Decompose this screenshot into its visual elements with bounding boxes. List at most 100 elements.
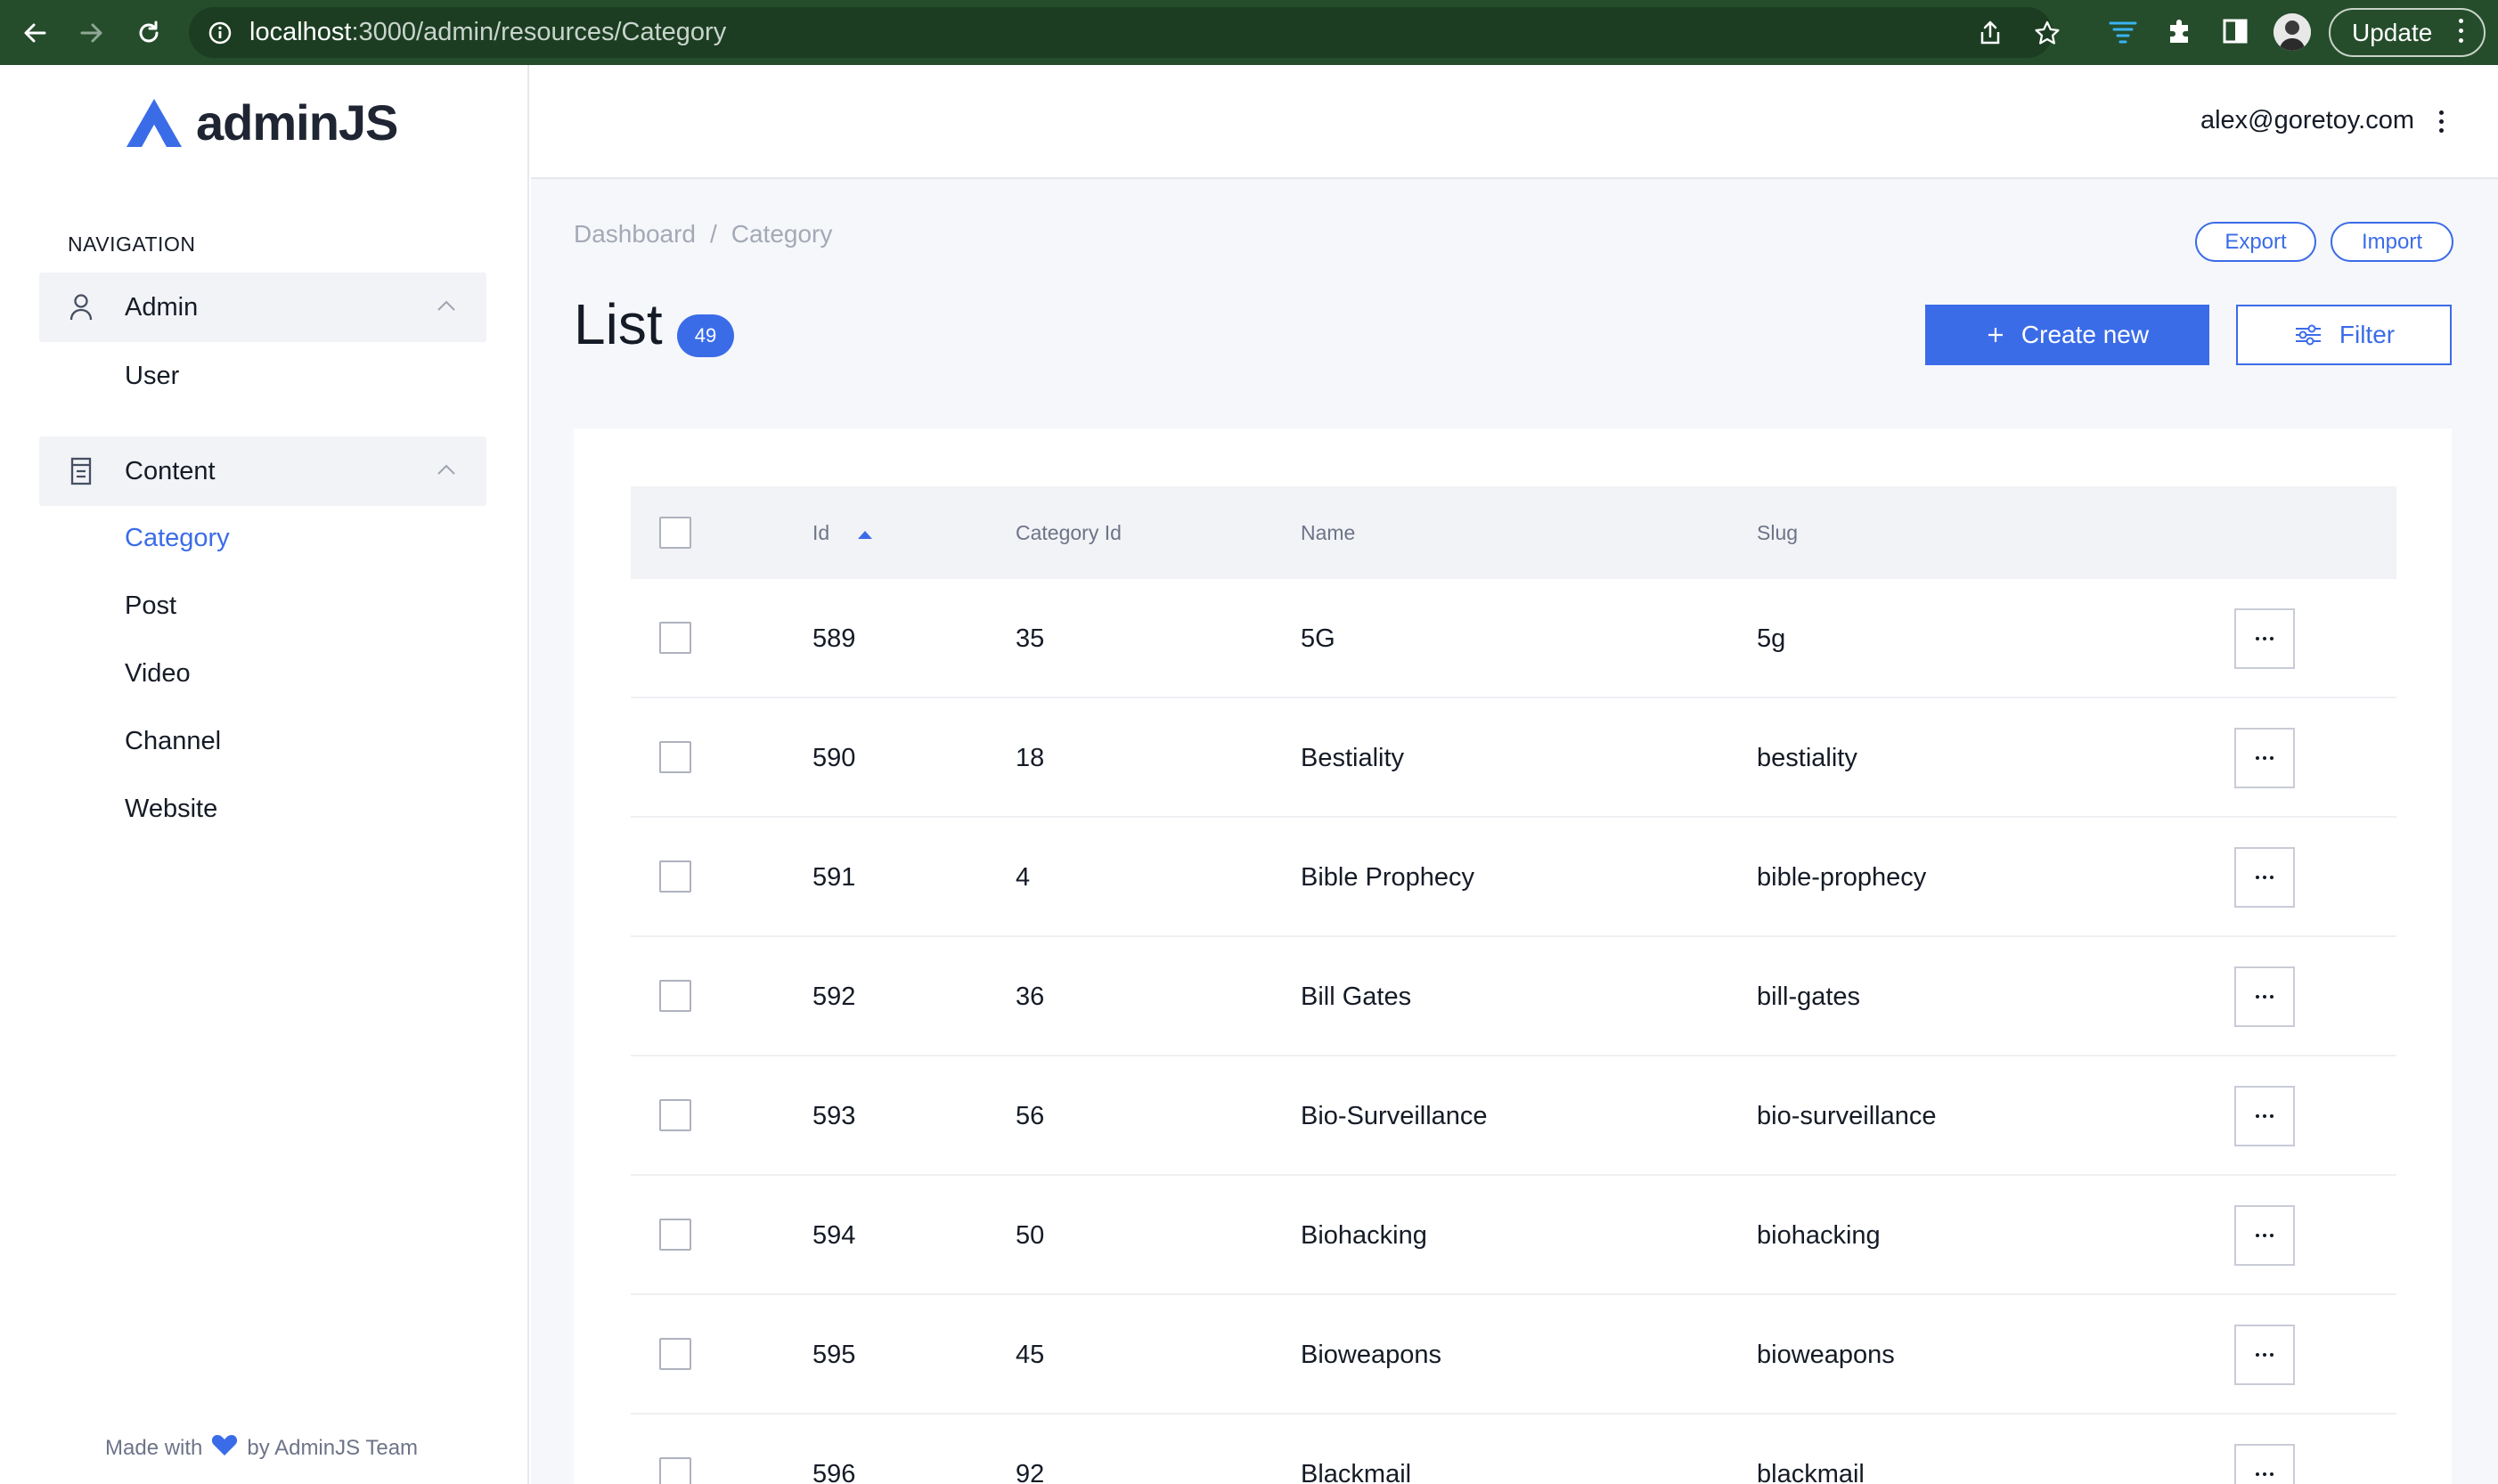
cell-name: Bill Gates [1301,983,1412,1011]
cell-category-id: 36 [1016,983,1045,1011]
sliders-icon [2295,324,2321,346]
cell-name: Bio-Surveillance [1301,1102,1488,1130]
browser-toolbar: localhost:3000/admin/resources/Category … [0,0,2498,65]
sidebar-group-content[interactable]: Content [39,436,486,506]
row-actions-button[interactable] [2234,728,2295,788]
cell-id: 589 [812,624,856,653]
row-checkbox[interactable] [659,622,691,654]
sidebar-item-website[interactable]: Website [125,795,217,824]
forward-icon[interactable] [75,16,109,50]
breadcrumb-current[interactable]: Category [731,220,833,248]
more-vert-icon [2459,19,2464,48]
table-row[interactable]: 593 56 Bio-Surveillance bio-surveillance [631,1056,2396,1176]
cell-category-id: 92 [1016,1460,1045,1484]
row-checkbox[interactable] [659,1099,691,1131]
row-actions-button[interactable] [2234,1444,2295,1484]
sidebar-item-category[interactable]: Category [125,524,230,553]
row-checkbox[interactable] [659,980,691,1012]
user-email[interactable]: alex@goretoy.com [2200,106,2414,135]
cell-category-id: 35 [1016,624,1045,653]
table-row[interactable]: 594 50 Biohacking biohacking [631,1176,2396,1295]
share-icon[interactable] [1978,20,2003,51]
row-actions-button[interactable] [2234,847,2295,908]
record-count-badge: 49 [677,314,734,357]
cell-slug: 5g [1757,624,1786,653]
select-all-checkbox[interactable] [659,517,691,549]
cell-id: 596 [812,1460,856,1484]
table-row[interactable]: 592 36 Bill Gates bill-gates [631,937,2396,1056]
column-header-id[interactable]: Id [812,486,873,579]
site-info-icon[interactable] [207,20,233,51]
cell-id: 592 [812,983,856,1011]
row-checkbox[interactable] [659,1338,691,1370]
bookmark-star-icon[interactable] [2033,20,2061,51]
adminjs-logo-icon [127,98,182,147]
cell-name: Bioweapons [1301,1341,1441,1369]
sidebar-item-channel[interactable]: Channel [125,727,221,756]
cell-category-id: 4 [1016,863,1031,892]
row-checkbox[interactable] [659,1457,691,1484]
table-row[interactable]: 595 45 Bioweapons bioweapons [631,1295,2396,1415]
row-actions-button[interactable] [2234,1205,2295,1266]
cell-slug: blackmail [1757,1460,1865,1484]
column-header-name[interactable]: Name [1301,486,1355,579]
plus-icon [1988,328,2003,342]
cell-category-id: 56 [1016,1102,1045,1130]
sidebar-group-label: Content [125,457,216,485]
row-checkbox[interactable] [659,1219,691,1251]
cell-slug: bestiality [1757,744,1857,772]
cell-id: 595 [812,1341,856,1369]
sidebar: adminJS NAVIGATION Admin User Content Ca… [0,65,529,1484]
sidebar-item-user[interactable]: User [125,362,179,391]
cell-name: 5G [1301,624,1335,653]
url-text: localhost:3000/admin/resources/Category [249,18,727,46]
row-actions-button[interactable] [2234,1086,2295,1146]
cell-name: Blackmail [1301,1460,1412,1484]
address-bar[interactable]: localhost:3000/admin/resources/Category [189,7,2060,58]
sort-ascending-icon [857,531,872,539]
document-icon [68,456,94,491]
cell-slug: bible-prophecy [1757,863,1927,892]
table-row[interactable]: 590 18 Bestiality bestiality [631,698,2396,818]
footer-credit[interactable]: Made with by AdminJS Team [105,1433,418,1463]
row-actions-button[interactable] [2234,608,2295,669]
back-icon[interactable] [18,16,52,50]
sidebar-item-post[interactable]: Post [125,591,176,621]
profile-avatar[interactable] [2274,13,2311,51]
reload-icon[interactable] [132,16,166,50]
footer-made-with: Made with [105,1435,203,1460]
user-menu-icon[interactable] [2439,110,2445,137]
cell-id: 591 [812,863,856,892]
extensions-puzzle-icon[interactable] [2165,16,2195,51]
column-header-category-id[interactable]: Category Id [1016,486,1122,579]
table-row[interactable]: 596 92 Blackmail blackmail [631,1415,2396,1484]
sidebar-group-admin[interactable]: Admin [39,273,486,342]
row-checkbox[interactable] [659,741,691,773]
row-actions-button[interactable] [2234,1325,2295,1385]
export-button[interactable]: Export [2195,222,2316,262]
sidebar-item-video[interactable]: Video [125,659,191,689]
create-new-label: Create new [2020,321,2150,348]
filter-button[interactable]: Filter [2236,305,2452,365]
update-button[interactable]: Update [2329,8,2486,57]
cell-category-id: 50 [1016,1221,1045,1250]
cell-category-id: 18 [1016,744,1045,772]
heart-icon [211,1433,238,1463]
chevron-up-icon [437,463,456,480]
extension-filter-icon[interactable] [2108,16,2138,51]
column-header-slug[interactable]: Slug [1757,486,1798,579]
page-title: List [574,292,663,356]
cell-slug: biohacking [1757,1221,1881,1250]
logo[interactable]: adminJS [125,94,398,151]
user-icon [68,292,94,327]
import-button[interactable]: Import [2331,222,2453,262]
table-row[interactable]: 591 4 Bible Prophecy bible-prophecy [631,818,2396,937]
row-checkbox[interactable] [659,860,691,893]
breadcrumb-dashboard[interactable]: Dashboard [574,220,696,248]
create-new-button[interactable]: Create new [1925,305,2209,365]
side-panel-icon[interactable] [2222,16,2249,51]
row-actions-button[interactable] [2234,966,2295,1027]
cell-slug: bioweapons [1757,1341,1895,1369]
table-row[interactable]: 589 35 5G 5g [631,579,2396,698]
navigation-heading: NAVIGATION [68,232,196,256]
